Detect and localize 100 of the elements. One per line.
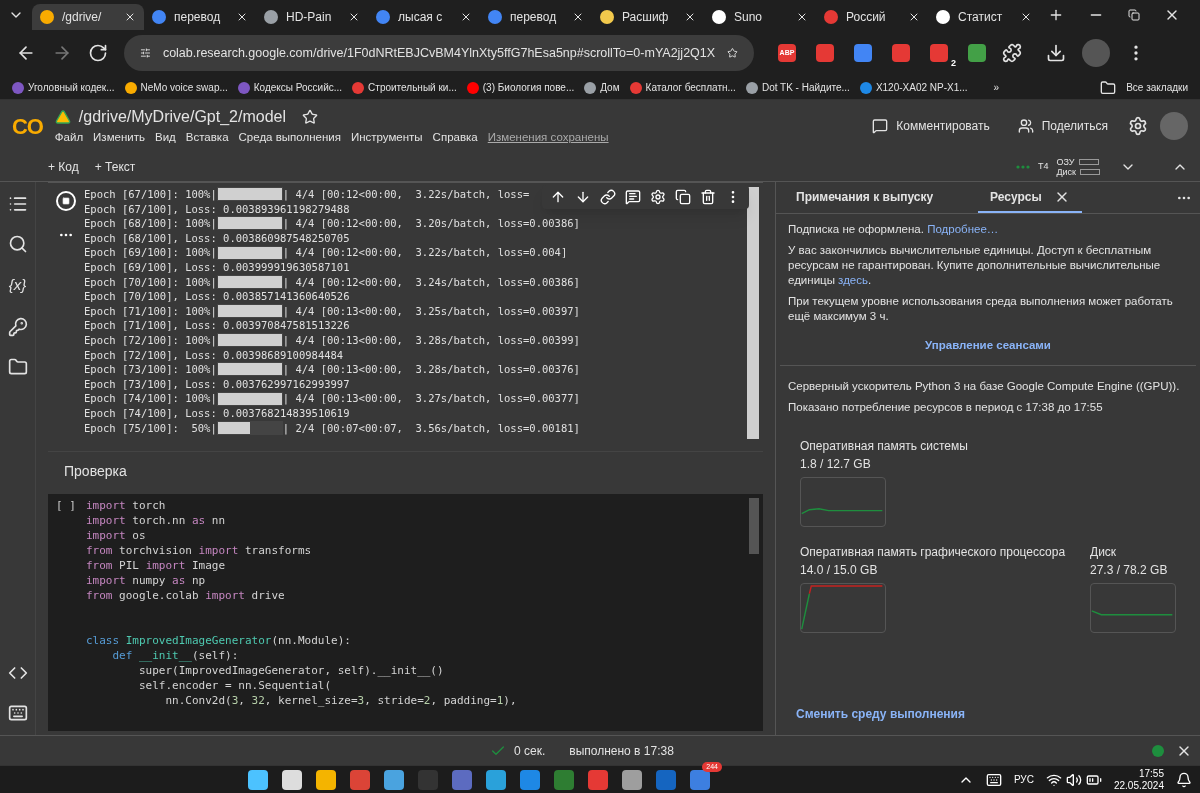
puzzle-icon[interactable] — [1002, 43, 1022, 63]
colab-logo[interactable]: CO — [12, 109, 43, 143]
bookmark-item[interactable]: Уголовный кодек... — [12, 80, 115, 95]
share-button[interactable]: Поделиться — [1017, 117, 1108, 135]
all-bookmarks[interactable]: Все закладки — [1126, 80, 1188, 95]
manage-sessions-link[interactable]: Управление сеансами — [925, 338, 1051, 353]
comment-icon[interactable] — [625, 189, 641, 205]
extension-icon[interactable] — [854, 44, 872, 62]
extension-count-label: 2 — [951, 56, 956, 70]
more-bookmarks[interactable]: » — [993, 80, 1000, 95]
link-icon[interactable] — [600, 189, 616, 205]
taskbar-app-icon[interactable] — [281, 769, 302, 790]
extension-icon[interactable] — [892, 44, 910, 62]
restore-icon[interactable] — [1128, 9, 1140, 21]
close-icon[interactable] — [572, 11, 584, 23]
bookmark-item[interactable]: Строительный ки... — [352, 80, 457, 95]
mirror-cell-icon[interactable] — [675, 189, 691, 205]
comment-button[interactable]: Комментировать — [872, 117, 990, 135]
folder-icon[interactable] — [7, 356, 28, 377]
scrollbar[interactable] — [747, 187, 759, 440]
taskbar-app-icon[interactable] — [247, 769, 268, 790]
scrollbar[interactable] — [749, 498, 759, 555]
bookmark-item[interactable]: X120-XA02 NP-X1... — [859, 80, 968, 95]
save-status[interactable]: Изменения сохранены — [487, 129, 609, 147]
bookmark-item[interactable]: Дом — [584, 80, 620, 95]
bookmark-item[interactable]: Кодексы Российс... — [237, 80, 343, 95]
cell-run-prompt[interactable]: [ ] — [48, 498, 86, 731]
variables-icon[interactable]: {x} — [8, 274, 27, 297]
volume-icon[interactable] — [1065, 771, 1082, 788]
menu-item[interactable]: Файл — [54, 129, 84, 147]
browser-tab[interactable]: лысая с — [368, 4, 480, 30]
bookmark-title: Dot TK - Найдите... — [761, 81, 850, 95]
keyboard-icon[interactable] — [985, 771, 1002, 788]
panel-tab[interactable]: Примечания к выпуску — [784, 182, 954, 213]
site-info-icon[interactable] — [140, 45, 151, 61]
clock-date[interactable]: 22.05.2024 — [1113, 779, 1164, 792]
close-icon[interactable] — [1020, 11, 1032, 23]
panel-tab[interactable]: Ресурсы — [978, 182, 1082, 213]
close-icon[interactable] — [348, 11, 360, 23]
move-up-icon[interactable] — [550, 189, 566, 205]
bookmark-item[interactable]: NeMo voice swap... — [124, 80, 228, 95]
menu-item[interactable]: Инструменты — [350, 129, 423, 147]
browser-tab[interactable]: Расшиф — [592, 4, 704, 30]
menu-item[interactable]: Вид — [154, 129, 176, 147]
taskbar-app-icon[interactable] — [485, 769, 506, 790]
close-icon[interactable] — [908, 11, 920, 23]
close-icon[interactable] — [460, 11, 472, 23]
extension-icon[interactable] — [968, 44, 986, 62]
new-tab-icon[interactable] — [1048, 7, 1064, 23]
close-icon[interactable] — [684, 11, 696, 23]
menu-item[interactable]: Справка — [432, 129, 478, 147]
notebook-path[interactable]: /gdrive/MyDrive/Gpt_2/model — [78, 105, 286, 130]
settings-icon[interactable] — [1128, 116, 1148, 136]
extension-icon[interactable] — [816, 44, 834, 62]
bookmark-item[interactable]: Каталог бесплатн... — [629, 80, 736, 95]
bookmark-item[interactable]: Dot TK - Найдите... — [745, 80, 850, 95]
code-line: from PIL import Image — [86, 558, 226, 574]
menu-item[interactable]: Среда выполнения — [238, 129, 341, 147]
menu-item[interactable]: Вставка — [185, 129, 229, 147]
code-line: def __init__(self): — [111, 648, 239, 664]
code-line: import torch.nn as nn — [86, 513, 226, 529]
menu-item[interactable]: Изменить — [93, 129, 145, 147]
key-icon[interactable] — [7, 316, 28, 337]
search-icon[interactable] — [7, 234, 28, 254]
browser-tab[interactable]: /gdrive/ — [32, 4, 144, 30]
notifications-icon[interactable] — [1176, 771, 1192, 788]
output-line: Epoch [74/100]: 100%| — [84, 391, 217, 406]
terminal-icon[interactable] — [7, 703, 28, 723]
add-code-button[interactable]: + Код — [48, 157, 79, 176]
info-link[interactable]: здесь — [838, 274, 868, 286]
taskbar-app-icon[interactable] — [621, 769, 642, 790]
delete-icon[interactable] — [700, 189, 716, 205]
close-icon[interactable] — [796, 11, 808, 23]
browser-tab[interactable]: Россий — [816, 4, 928, 30]
bookmark-title: Дом — [600, 81, 620, 95]
download-icon[interactable] — [1046, 43, 1066, 63]
taskbar-app-icon[interactable] — [315, 769, 336, 790]
bookmark-item[interactable]: (3) Биология пове... — [466, 80, 575, 95]
browser-tab[interactable]: перевод — [144, 4, 256, 30]
toc-icon[interactable] — [7, 194, 28, 214]
browser-tab[interactable]: Статист — [928, 4, 1040, 30]
stop-button[interactable] — [56, 191, 76, 211]
address-bar[interactable]: colab.research.google.com/drive/1F0dNRtEBJCvBM4YlnXty5ffG7hEsa5np#scrollTo=0-mYA2jj2Q1X — [124, 35, 754, 71]
output-line: Epoch [70/100], Loss: 0.003857141360640526 — [84, 289, 350, 304]
taskbar-app-icon[interactable] — [383, 769, 404, 790]
language-indicator[interactable]: РУС — [1013, 772, 1034, 787]
change-runtime-link[interactable]: Сменить среду выполнения — [776, 705, 1200, 735]
folder-icon[interactable] — [1100, 79, 1117, 96]
close-icon[interactable] — [124, 11, 136, 23]
browser-tab[interactable]: перевод — [480, 4, 592, 30]
clock-time[interactable]: 17:55 — [1138, 767, 1164, 780]
browser-tab[interactable]: HD-Pain — [256, 4, 368, 30]
reload-icon[interactable] — [88, 43, 108, 63]
bookmark-star-icon[interactable] — [727, 45, 738, 61]
info-link[interactable]: Подробнее… — [927, 223, 999, 235]
close-icon[interactable] — [236, 11, 248, 23]
star-icon[interactable] — [302, 109, 318, 126]
browser-tab[interactable]: Suno — [704, 4, 816, 30]
add-text-button[interactable]: + Текст — [94, 157, 136, 176]
move-down-icon[interactable] — [575, 189, 591, 205]
